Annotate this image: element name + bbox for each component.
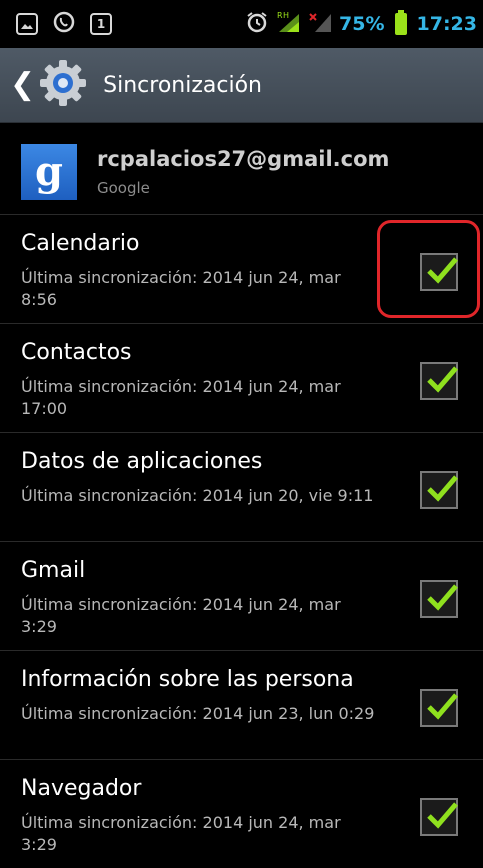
sync-item-last-sync: Última sincronización: 2014 jun 24, mar … bbox=[21, 377, 341, 418]
gear-icon[interactable] bbox=[37, 57, 89, 113]
sync-item-gmail[interactable]: Gmail Última sincronización: 2014 jun 24… bbox=[0, 541, 483, 650]
sync-checkbox[interactable] bbox=[420, 798, 458, 836]
sync-item-informacion-personas[interactable]: Información sobre las persona Última sin… bbox=[0, 650, 483, 759]
sync-checkbox[interactable] bbox=[420, 689, 458, 727]
status-bar: 1 RH 75% 17:23 bbox=[0, 0, 483, 48]
signal-off-icon bbox=[307, 10, 333, 38]
alarm-icon bbox=[245, 10, 269, 38]
clock: 17:23 bbox=[416, 13, 477, 35]
calendar-icon: 1 bbox=[90, 13, 112, 35]
battery-percent: 75% bbox=[339, 13, 385, 35]
svg-text:H: H bbox=[283, 11, 289, 20]
sync-item-contactos[interactable]: Contactos Última sincronización: 2014 ju… bbox=[0, 323, 483, 432]
sync-item-title: Contactos bbox=[21, 340, 132, 365]
sync-item-title: Datos de aplicaciones bbox=[21, 449, 263, 474]
sync-item-last-sync: Última sincronización: 2014 jun 24, mar … bbox=[21, 595, 341, 636]
google-logo-icon: g bbox=[21, 144, 77, 200]
sync-item-title: Navegador bbox=[21, 776, 142, 801]
signal-icon: RH bbox=[275, 10, 301, 38]
sync-item-title: Gmail bbox=[21, 558, 86, 583]
sync-item-last-sync: Última sincronización: 2014 jun 24, mar … bbox=[21, 268, 341, 309]
whatsapp-icon bbox=[52, 10, 76, 38]
sync-item-title: Información sobre las persona bbox=[21, 667, 354, 692]
highlight-annotation bbox=[377, 220, 480, 318]
sync-item-title: Calendario bbox=[21, 231, 140, 256]
sync-item-navegador[interactable]: Navegador Última sincronización: 2014 ju… bbox=[0, 759, 483, 868]
sync-checkbox[interactable] bbox=[420, 471, 458, 509]
account-type: Google bbox=[97, 179, 150, 197]
account-email: rcpalacios27@gmail.com bbox=[97, 147, 390, 171]
sync-checkbox[interactable] bbox=[420, 580, 458, 618]
sync-checkbox[interactable] bbox=[420, 362, 458, 400]
sync-item-last-sync: Última sincronización: 2014 jun 20, vie … bbox=[21, 486, 374, 505]
sync-item-last-sync: Última sincronización: 2014 jun 23, lun … bbox=[21, 704, 375, 723]
sync-item-datos-aplicaciones[interactable]: Datos de aplicaciones Última sincronizac… bbox=[0, 432, 483, 541]
account-header: g rcpalacios27@gmail.com Google bbox=[0, 130, 483, 215]
back-button[interactable]: ❮ bbox=[10, 70, 35, 100]
page-title: Sincronización bbox=[103, 72, 262, 98]
sync-item-last-sync: Última sincronización: 2014 jun 24, mar … bbox=[21, 813, 341, 854]
action-bar: ❮ Sincronización bbox=[0, 48, 483, 123]
battery-icon bbox=[394, 10, 407, 35]
image-icon bbox=[16, 13, 38, 35]
